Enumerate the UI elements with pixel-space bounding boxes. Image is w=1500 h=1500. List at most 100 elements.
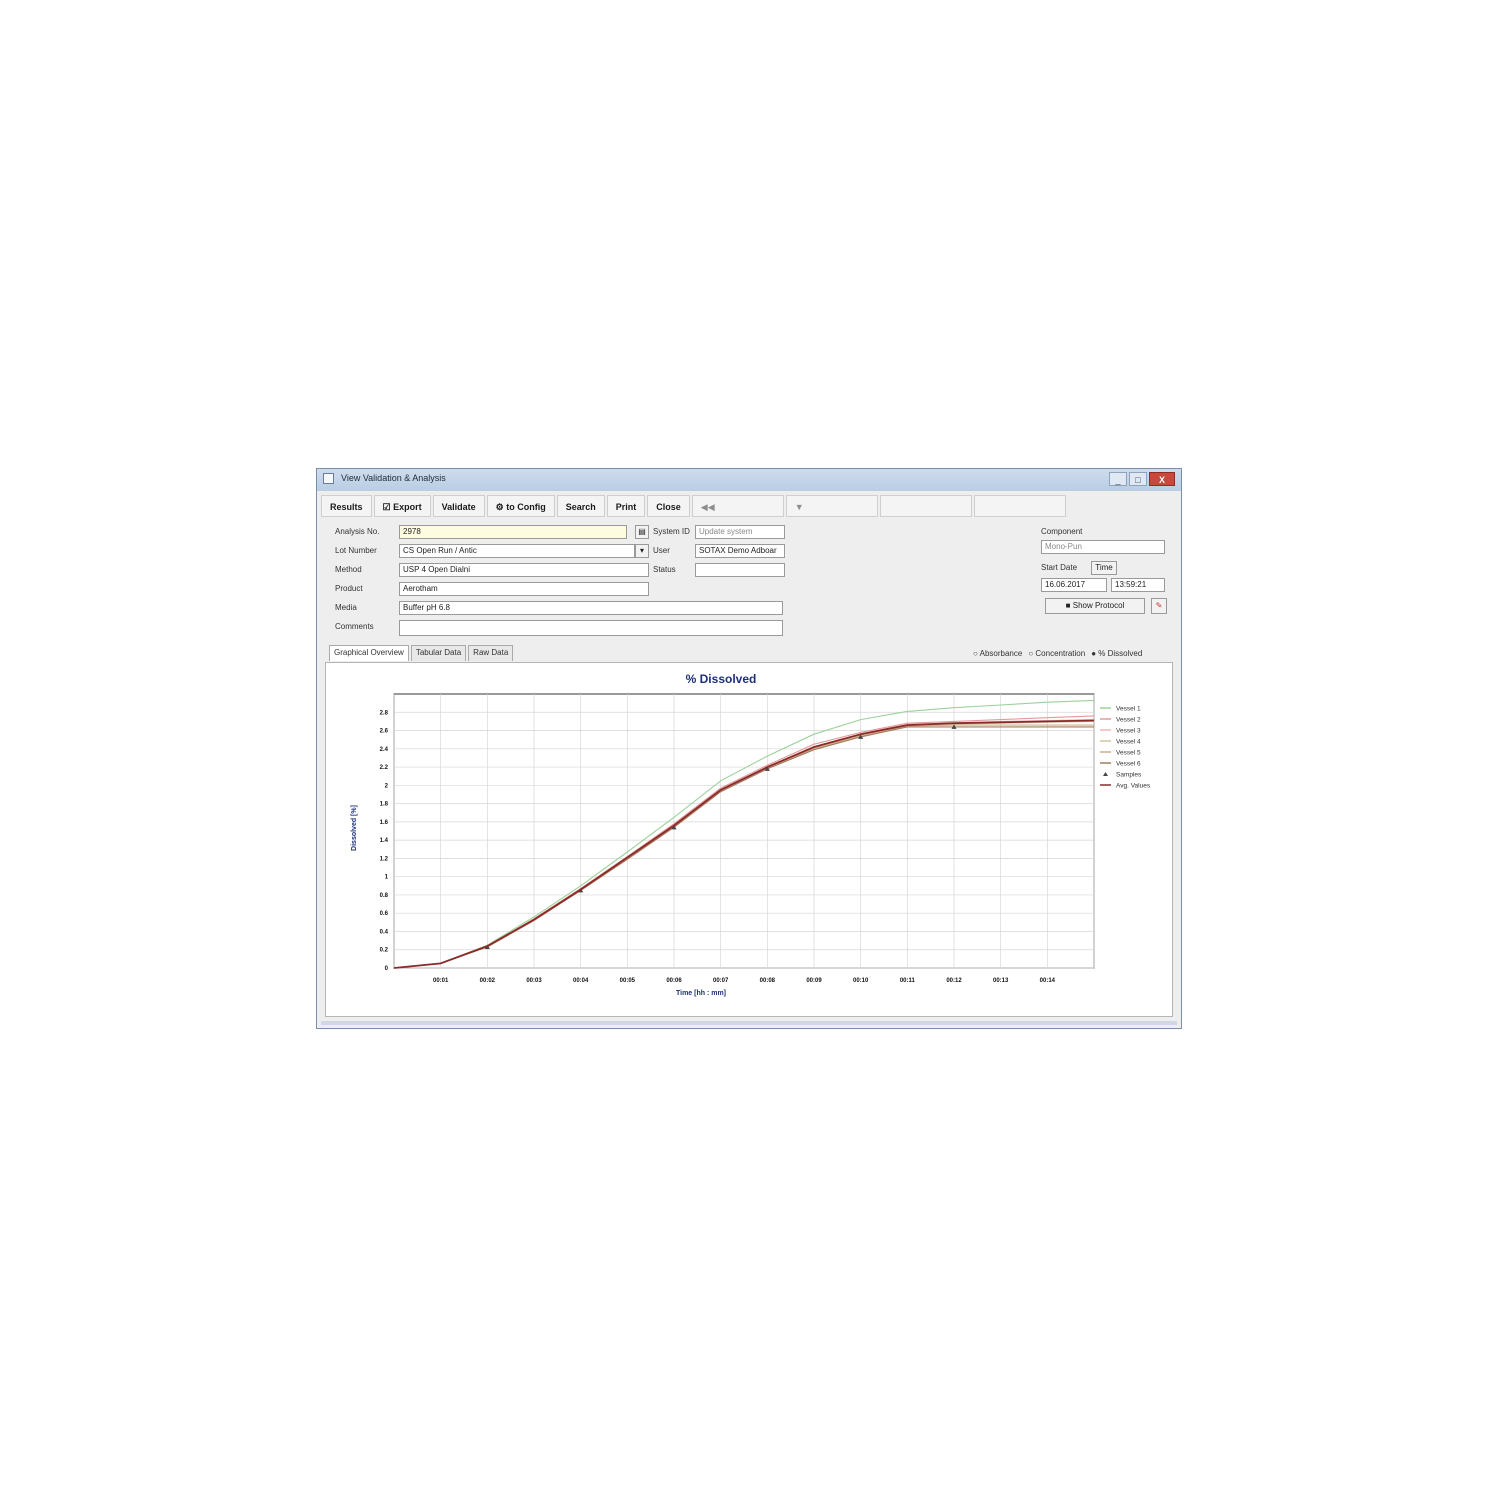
time-button[interactable]: Time bbox=[1091, 561, 1117, 575]
minimize-button[interactable]: _ bbox=[1109, 472, 1127, 486]
dissolution-chart: % Dissolved Time [hh : mm] Dissolved [%]… bbox=[351, 672, 1151, 997]
edit-icon[interactable]: ✎ bbox=[1151, 598, 1167, 614]
y-tick-label: 2.2 bbox=[380, 765, 389, 771]
start-date-label: Start Date bbox=[1041, 563, 1078, 572]
y-tick-label: 1.4 bbox=[380, 838, 389, 844]
validate-button[interactable]: Validate bbox=[432, 495, 485, 517]
legend-label: Vessel 4 bbox=[1116, 739, 1141, 746]
y-tick-label: 2.8 bbox=[380, 710, 389, 716]
plot-area bbox=[393, 693, 1095, 969]
y-tick-label: 1 bbox=[385, 875, 389, 881]
dropdown-button[interactable]: ▼ bbox=[785, 495, 878, 517]
x-tick-label: 00:10 bbox=[853, 978, 869, 984]
x-tick-label: 00:11 bbox=[900, 978, 916, 984]
analysis-no-label: Analysis No. bbox=[335, 527, 380, 536]
toolbar: Results ☑ Export Validate ⚙ to Config Se… bbox=[321, 493, 1177, 519]
calendar-icon[interactable]: ▤ bbox=[635, 525, 649, 539]
display-options: ○ Absorbance ○ Concentration ● % Dissolv… bbox=[973, 649, 1169, 658]
close-button[interactable]: Close bbox=[647, 495, 690, 517]
system-id-field[interactable]: Update system bbox=[695, 525, 785, 539]
results-button[interactable]: Results bbox=[321, 495, 372, 517]
comments-label: Comments bbox=[335, 622, 374, 631]
status-label: Status bbox=[653, 565, 676, 574]
lot-number-label: Lot Number bbox=[335, 546, 377, 555]
legend-label: Vessel 3 bbox=[1116, 728, 1141, 735]
x-tick-label: 00:04 bbox=[573, 978, 589, 984]
y-tick-label: 0.2 bbox=[380, 948, 389, 954]
y-tick-label: 2.6 bbox=[380, 729, 389, 735]
first-record-button[interactable]: ◀◀ bbox=[691, 495, 784, 517]
config-button[interactable]: ⚙ to Config bbox=[486, 495, 555, 517]
x-tick-label: 00:12 bbox=[946, 978, 962, 984]
config-icon: ⚙ bbox=[495, 502, 507, 512]
close-window-button[interactable]: X bbox=[1149, 472, 1175, 486]
tab-graphical-overview[interactable]: Graphical Overview bbox=[329, 645, 409, 661]
media-label: Media bbox=[335, 603, 357, 612]
media-field[interactable]: Buffer pH 6.8 bbox=[399, 601, 783, 615]
legend-marker bbox=[1103, 772, 1108, 776]
lot-dropdown-icon[interactable]: ▾ bbox=[635, 544, 649, 558]
y-tick-label: 2.4 bbox=[380, 747, 389, 753]
absorbance-radio[interactable]: ○ Absorbance bbox=[973, 649, 1022, 658]
x-tick-label: 00:05 bbox=[620, 978, 636, 984]
tab-tabular-data[interactable]: Tabular Data bbox=[410, 645, 467, 661]
product-field[interactable]: Aerotham bbox=[399, 582, 649, 596]
app-icon bbox=[323, 473, 334, 484]
concentration-radio[interactable]: ○ Concentration bbox=[1028, 649, 1085, 658]
product-label: Product bbox=[335, 584, 363, 593]
y-tick-label: 1.8 bbox=[380, 802, 389, 808]
maximize-button[interactable]: □ bbox=[1129, 472, 1147, 486]
user-label: User bbox=[653, 546, 670, 555]
y-tick-label: 0 bbox=[385, 966, 389, 972]
window-title: View Validation & Analysis bbox=[341, 473, 446, 483]
protocol-icon: ■ bbox=[1065, 601, 1073, 610]
comments-field[interactable] bbox=[399, 620, 783, 636]
legend-label: Avg. Values bbox=[1116, 783, 1151, 790]
chart-title: % Dissolved bbox=[686, 672, 757, 686]
disabled-button-2[interactable] bbox=[973, 495, 1066, 517]
status-bar bbox=[321, 1021, 1177, 1025]
x-tick-label: 00:02 bbox=[480, 978, 496, 984]
system-id-label: System ID bbox=[653, 527, 690, 536]
tab-raw-data[interactable]: Raw Data bbox=[468, 645, 514, 661]
export-icon: ☑ bbox=[382, 502, 394, 512]
legend-label: Vessel 5 bbox=[1116, 750, 1141, 757]
x-tick-label: 00:14 bbox=[1040, 978, 1056, 984]
analysis-no-field[interactable]: 2978 bbox=[399, 525, 627, 539]
x-tick-label: 00:06 bbox=[666, 978, 682, 984]
y-axis-label: Dissolved [%] bbox=[351, 805, 358, 851]
x-tick-label: 00:09 bbox=[806, 978, 822, 984]
show-protocol-button[interactable]: ■ Show Protocol bbox=[1045, 598, 1145, 614]
main-window: View Validation & Analysis _ □ X Results… bbox=[316, 468, 1182, 1029]
method-field[interactable]: USP 4 Open Dialni bbox=[399, 563, 649, 577]
analysis-form: Analysis No. 2978 ▤ Lot Number CS Open R… bbox=[325, 523, 1175, 643]
disabled-button-1[interactable] bbox=[879, 495, 972, 517]
legend-label: Vessel 2 bbox=[1116, 717, 1141, 724]
legend-label: Vessel 6 bbox=[1116, 761, 1141, 768]
x-tick-label: 00:03 bbox=[526, 978, 542, 984]
component-select[interactable]: Mono-Pun bbox=[1041, 540, 1165, 554]
status-field[interactable] bbox=[695, 563, 785, 577]
y-tick-label: 1.2 bbox=[380, 856, 389, 862]
graph-panel: % Dissolved Time [hh : mm] Dissolved [%]… bbox=[325, 662, 1173, 1017]
search-button[interactable]: Search bbox=[556, 495, 605, 517]
y-tick-label: 0.6 bbox=[380, 911, 389, 917]
dissolved-radio[interactable]: ● % Dissolved bbox=[1091, 649, 1142, 658]
lot-number-field[interactable]: CS Open Run / Antic bbox=[399, 544, 635, 558]
method-label: Method bbox=[335, 565, 362, 574]
start-time-field[interactable]: 13:59:21 bbox=[1111, 578, 1165, 592]
component-label: Component bbox=[1041, 527, 1083, 536]
view-tabs: Graphical Overview Tabular Data Raw Data bbox=[329, 645, 515, 661]
y-tick-label: 2 bbox=[385, 783, 389, 789]
x-tick-label: 00:13 bbox=[993, 978, 1009, 984]
x-tick-label: 00:08 bbox=[760, 978, 776, 984]
start-date-field[interactable]: 16.06.2017 bbox=[1041, 578, 1107, 592]
legend-label: Samples bbox=[1116, 772, 1142, 779]
user-field[interactable]: SOTAX Demo Adboar bbox=[695, 544, 785, 558]
x-tick-label: 00:01 bbox=[433, 978, 449, 984]
x-tick-label: 00:07 bbox=[713, 978, 729, 984]
export-button[interactable]: ☑ Export bbox=[373, 495, 431, 517]
y-tick-label: 1.6 bbox=[380, 820, 389, 826]
print-button[interactable]: Print bbox=[606, 495, 646, 517]
x-axis-label: Time [hh : mm] bbox=[676, 990, 726, 997]
